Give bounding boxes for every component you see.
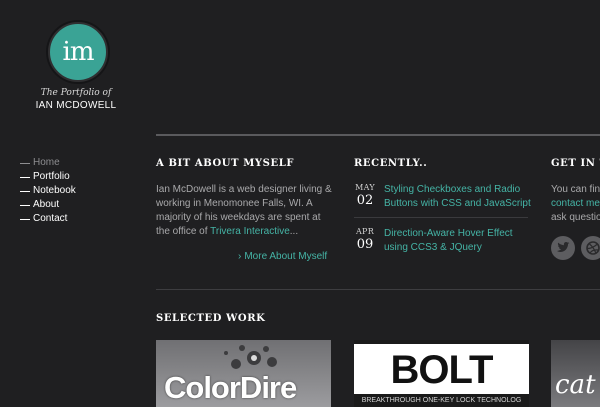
nav-item-home[interactable]: Home <box>20 156 76 170</box>
post-day: 09 <box>356 237 374 252</box>
main-nav: Home Portfolio Notebook About Contact <box>20 156 76 226</box>
nav-item-label: Home <box>33 157 60 168</box>
work-thumbnail-cat[interactable]: cat <box>551 340 600 407</box>
post-date: MAY 02 <box>354 183 376 208</box>
post-day: 02 <box>356 193 374 208</box>
nav-item-label: Notebook <box>33 185 76 196</box>
nav-dash <box>20 190 30 192</box>
trivera-link[interactable]: Trivera Interactive <box>210 226 290 237</box>
dribbble-icon[interactable] <box>581 236 600 260</box>
about-text-ellipsis: ... <box>289 226 299 237</box>
post-title-link[interactable]: Direction-Aware Hover Effect using CCS3 … <box>384 227 532 255</box>
post-month: APR <box>355 227 375 236</box>
contact-me-link[interactable]: contact me <box>551 197 600 211</box>
nav-item-label: About <box>33 199 60 210</box>
about-heading: A BIT ABOUT MYSELF <box>156 158 295 169</box>
section-divider <box>156 289 600 290</box>
more-about-link[interactable]: › More About Myself <box>238 251 327 262</box>
work-title: BOLT <box>390 348 494 392</box>
nav-dash <box>20 218 30 220</box>
contact-text: You can fin contact me ask questio <box>551 183 600 225</box>
selected-work-heading: SELECTED WORK <box>156 313 266 324</box>
nav-item-label: Portfolio <box>33 171 70 182</box>
post-month: MAY <box>355 183 375 192</box>
work-thumbnail-colordire[interactable]: ColorDire <box>156 340 331 407</box>
logo-monogram: im <box>62 37 95 67</box>
post-title-link[interactable]: Styling Checkboxes and Radio Buttons wit… <box>384 183 532 211</box>
work-title: cat <box>555 370 596 400</box>
top-divider <box>156 134 600 136</box>
nav-dash <box>20 162 30 164</box>
site-tagline: The Portfolio of <box>40 88 112 98</box>
about-text: Ian McDowell is a web designer living & … <box>156 183 334 239</box>
nav-item-portfolio[interactable]: Portfolio <box>20 170 76 184</box>
logo[interactable]: im <box>48 22 108 82</box>
chevron-right-icon: › <box>238 251 242 262</box>
nav-dash <box>20 176 30 178</box>
work-thumbnail-bolt[interactable]: BOLT BREAKTHROUGH ONE-KEY LOCK TECHNOLOG <box>354 340 529 407</box>
more-about-label: More About Myself <box>244 251 328 262</box>
nav-item-notebook[interactable]: Notebook <box>20 184 76 198</box>
contact-line: You can fin <box>551 184 600 195</box>
contact-heading: GET IN TO <box>551 158 600 169</box>
contact-line: ask questio <box>551 212 600 223</box>
post-item: APR 09 Direction-Aware Hover Effect usin… <box>354 227 532 267</box>
twitter-icon[interactable] <box>551 236 575 260</box>
site-owner-name: IAN MCDOWELL <box>35 100 117 111</box>
post-divider <box>354 217 528 218</box>
post-date: APR 09 <box>354 227 376 252</box>
recently-heading: RECENTLY.. <box>354 158 428 169</box>
nav-item-contact[interactable]: Contact <box>20 212 76 226</box>
work-tagline: BREAKTHROUGH ONE-KEY LOCK TECHNOLOG <box>361 397 522 404</box>
nav-item-about[interactable]: About <box>20 198 76 212</box>
work-title: ColorDire <box>164 370 297 405</box>
nav-item-label: Contact <box>33 213 68 224</box>
nav-dash <box>20 204 30 206</box>
